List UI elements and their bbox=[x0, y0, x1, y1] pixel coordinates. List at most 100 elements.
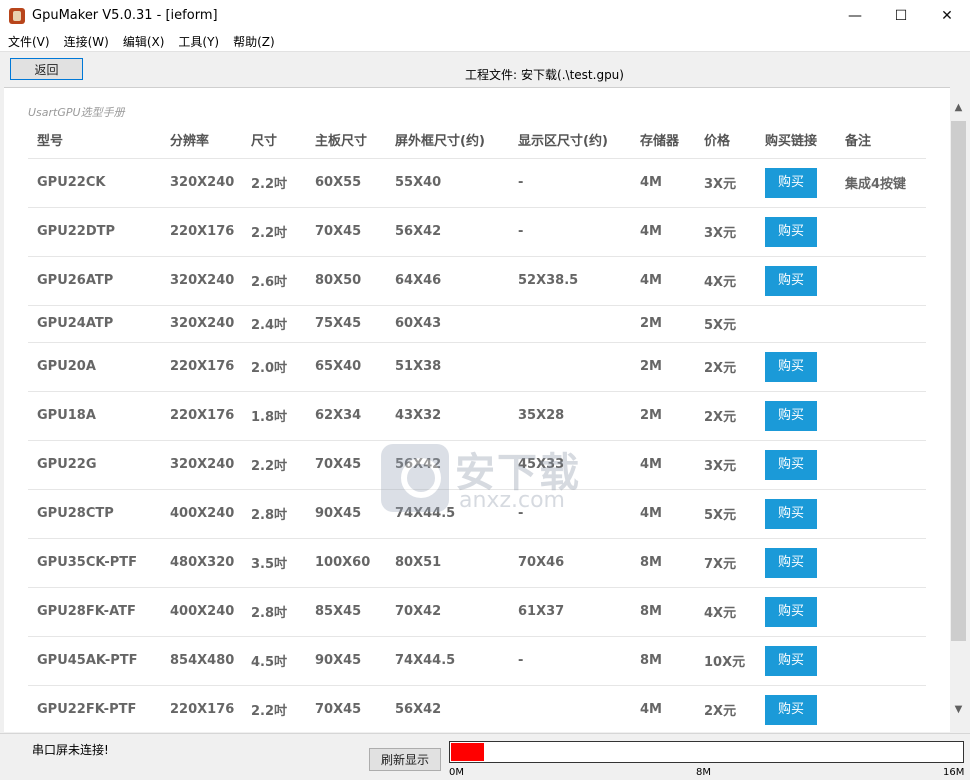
header-buy: 购买链接 bbox=[765, 133, 818, 149]
cell-resolution: 220X176 bbox=[161, 341, 242, 391]
cell-size: 2.4吋 bbox=[242, 304, 306, 342]
cell-model: GPU22FK-PTF bbox=[28, 684, 161, 732]
cell-resolution: 220X176 bbox=[161, 390, 242, 440]
menu-edit[interactable]: 编辑(X) bbox=[123, 33, 165, 50]
cell-buy: 购买 bbox=[756, 255, 836, 305]
cell-size: 1.8吋 bbox=[242, 390, 306, 440]
connection-status: 串口屏未连接! bbox=[32, 743, 109, 757]
cell-display: - bbox=[509, 488, 631, 538]
app-icon bbox=[9, 7, 25, 24]
buy-button[interactable]: 购买 bbox=[765, 645, 817, 676]
cell-outer: 51X38 bbox=[386, 341, 509, 391]
cell-model: GPU18A bbox=[28, 390, 161, 440]
cell-buy: 购买 bbox=[756, 537, 836, 587]
minimize-button[interactable]: — bbox=[832, 0, 878, 31]
cell-size: 2.2吋 bbox=[242, 206, 306, 256]
menu-help[interactable]: 帮助(Z) bbox=[233, 33, 275, 50]
cell-resolution: 854X480 bbox=[161, 635, 242, 685]
cell-price: 10X元 bbox=[695, 635, 756, 685]
cell-size: 2.8吋 bbox=[242, 488, 306, 538]
cell-board: 90X45 bbox=[306, 488, 386, 538]
cell-buy bbox=[756, 304, 836, 342]
catalog-title: UsartGPU选型手册 bbox=[28, 106, 125, 119]
cell-board: 62X34 bbox=[306, 390, 386, 440]
cell-resolution: 320X240 bbox=[161, 255, 242, 305]
buy-button[interactable]: 购买 bbox=[765, 400, 817, 431]
cell-model: GPU35CK-PTF bbox=[28, 537, 161, 587]
buy-button[interactable]: 购买 bbox=[765, 351, 817, 382]
cell-outer: 80X51 bbox=[386, 537, 509, 587]
menu-file[interactable]: 文件(V) bbox=[8, 33, 50, 50]
buy-button[interactable]: 购买 bbox=[765, 265, 817, 296]
buy-button[interactable]: 购买 bbox=[765, 547, 817, 578]
cell-buy: 购买 bbox=[756, 206, 836, 256]
cell-size: 2.2吋 bbox=[242, 439, 306, 489]
cell-resolution: 220X176 bbox=[161, 206, 242, 256]
cell-price: 4X元 bbox=[695, 255, 756, 305]
cell-display: - bbox=[509, 635, 631, 685]
header-memory: 存储器 bbox=[640, 133, 680, 149]
buy-button[interactable]: 购买 bbox=[765, 167, 817, 198]
cell-outer: 56X42 bbox=[386, 439, 509, 489]
table-header-row: 型号 分辨率 尺寸 主板尺寸 屏外框尺寸(约) 显示区尺寸(约) 存储器 价格 … bbox=[28, 121, 926, 158]
buy-button[interactable]: 购买 bbox=[765, 596, 817, 627]
cell-note bbox=[836, 537, 926, 587]
cell-buy: 购买 bbox=[756, 341, 836, 391]
cell-resolution: 220X176 bbox=[161, 684, 242, 732]
cell-note bbox=[836, 255, 926, 305]
cell-memory: 4M bbox=[631, 255, 695, 305]
table-row: GPU24ATP 320X240 2.4吋 75X45 60X43 2M 5X元 bbox=[28, 304, 926, 342]
cell-price: 3X元 bbox=[695, 206, 756, 256]
status-bar: 串口屏未连接! 刷新显示 0M 8M 16M bbox=[0, 733, 970, 780]
cell-resolution: 480X320 bbox=[161, 537, 242, 587]
buy-button[interactable]: 购买 bbox=[765, 694, 817, 725]
cell-size: 2.2吋 bbox=[242, 684, 306, 732]
cell-resolution: 320X240 bbox=[161, 304, 242, 342]
header-model: 型号 bbox=[37, 133, 64, 149]
header-resolution: 分辨率 bbox=[170, 133, 210, 149]
cell-note bbox=[836, 488, 926, 538]
buy-button[interactable]: 购买 bbox=[765, 498, 817, 529]
cell-display bbox=[509, 684, 631, 732]
toolbar: 返回 工程文件: 安下载(.\test.gpu) bbox=[0, 51, 970, 84]
cell-resolution: 400X240 bbox=[161, 586, 242, 636]
cell-model: GPU45AK-PTF bbox=[28, 635, 161, 685]
menu-connect[interactable]: 连接(W) bbox=[64, 33, 109, 50]
buy-button[interactable]: 购买 bbox=[765, 216, 817, 247]
cell-model: GPU22DTP bbox=[28, 206, 161, 256]
cell-memory: 4M bbox=[631, 157, 695, 207]
close-button[interactable]: ✕ bbox=[924, 0, 970, 31]
cell-price: 2X元 bbox=[695, 341, 756, 391]
cell-outer: 56X42 bbox=[386, 206, 509, 256]
table-row: GPU20A 220X176 2.0吋 65X40 51X38 2M 2X元 购买 bbox=[28, 341, 926, 391]
gpu-table: 型号 分辨率 尺寸 主板尺寸 屏外框尺寸(约) 显示区尺寸(约) 存储器 价格 … bbox=[28, 121, 926, 732]
cell-board: 60X55 bbox=[306, 157, 386, 207]
header-outer: 屏外框尺寸(约) bbox=[395, 133, 485, 149]
window-controls: — ☐ ✕ bbox=[832, 0, 970, 31]
project-file-info: 工程文件: 安下载(.\test.gpu) bbox=[465, 66, 624, 83]
cell-memory: 2M bbox=[631, 304, 695, 342]
cell-size: 2.0吋 bbox=[242, 341, 306, 391]
cell-display bbox=[509, 304, 631, 342]
refresh-button[interactable]: 刷新显示 bbox=[369, 748, 441, 771]
cell-memory: 4M bbox=[631, 684, 695, 732]
buy-button[interactable]: 购买 bbox=[765, 449, 817, 480]
back-button[interactable]: 返回 bbox=[10, 58, 83, 80]
cell-buy: 购买 bbox=[756, 488, 836, 538]
table-row: GPU22DTP 220X176 2.2吋 70X45 56X42-4M 3X元 购买 bbox=[28, 206, 926, 256]
cell-buy: 购买 bbox=[756, 390, 836, 440]
scroll-down-icon[interactable]: ▼ bbox=[950, 701, 967, 718]
scroll-up-icon[interactable]: ▲ bbox=[950, 99, 967, 116]
table-row: GPU35CK-PTF 480X320 3.5吋 100X60 80X51 70X46 8M… bbox=[28, 537, 926, 587]
window-title: GpuMaker V5.0.31 - [ieform] bbox=[32, 8, 218, 23]
cell-outer: 64X46 bbox=[386, 255, 509, 305]
maximize-button[interactable]: ☐ bbox=[878, 0, 924, 31]
cell-display: 61X37 bbox=[509, 586, 631, 636]
menu-tools[interactable]: 工具(Y) bbox=[178, 33, 219, 50]
cell-price: 2X元 bbox=[695, 684, 756, 732]
vertical-scrollbar[interactable]: ▲ ▼ bbox=[950, 87, 967, 732]
scroll-thumb[interactable] bbox=[951, 121, 966, 641]
cell-memory: 8M bbox=[631, 537, 695, 587]
cell-buy: 购买 bbox=[756, 635, 836, 685]
cell-memory: 8M bbox=[631, 635, 695, 685]
